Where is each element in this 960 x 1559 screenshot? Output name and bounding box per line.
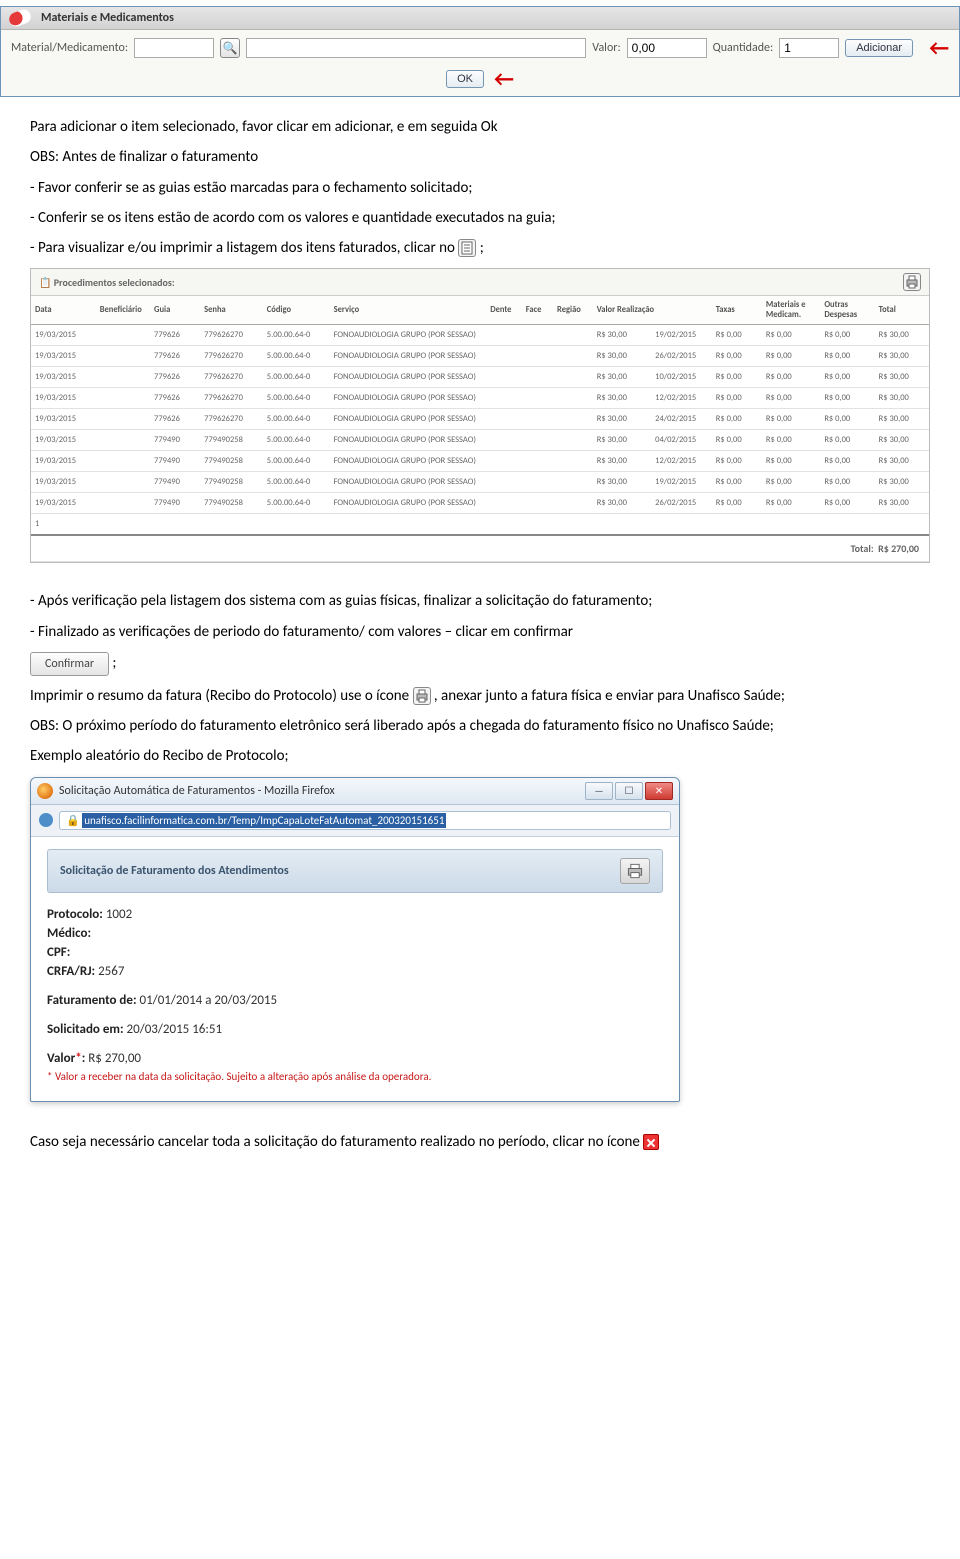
table-row: 19/03/20157796267796262705.00.00.64-0FON… [31,325,929,346]
maximize-button[interactable]: ☐ [615,782,643,800]
col-header: Região [553,296,593,325]
col-header: Código [263,296,330,325]
site-identity-icon[interactable] [39,813,53,827]
minimize-button[interactable]: — [585,782,613,800]
panel-titlebar: Materiais e Medicamentos [1,7,959,30]
value: R$ 270,00 [88,1051,141,1066]
print-icon[interactable] [620,858,650,884]
report-heading: Solicitação de Faturamento dos Atendimen… [47,849,663,893]
label: Solicitado em: [47,1022,124,1037]
procedures-panel: 📋 Procedimentos selecionados: Data Benef… [30,268,930,563]
col-header: Data [31,296,96,325]
instruction-text: - Após verificação pela listagem dos sis… [30,591,930,611]
text-fragment: - Para visualizar e/ou imprimir a listag… [30,239,455,257]
col-header: Beneficiário [96,296,150,325]
search-material-button[interactable]: 🔍 [220,38,240,58]
materials-panel: Materiais e Medicamentos Material/Medica… [0,6,960,97]
value: 2567 [98,964,124,979]
label: Valor [47,1051,75,1066]
valor-input[interactable] [627,38,707,58]
text-fragment: , anexar junto a fatura física e enviar … [434,687,785,705]
instruction-text: - Para visualizar e/ou imprimir a listag… [30,238,930,258]
quantidade-input[interactable] [779,38,839,58]
print-icon[interactable] [413,687,431,705]
red-arrow-icon: ← [494,72,514,86]
label: CRFA/RJ: [47,964,95,979]
label: Médico: [47,926,91,941]
col-header: Outras Despesas [820,296,874,325]
red-arrow-icon: ← [929,41,949,55]
col-header: Guia [150,296,200,325]
procedures-header: 📋 Procedimentos selecionados: [39,276,175,289]
col-header: Taxas [712,296,762,325]
url-bar[interactable]: 🔒 unafisco.facilinformatica.com.br/Temp/… [59,811,671,830]
window-titlebar: Solicitação Automática de Faturamentos -… [31,778,679,805]
label: Protocolo: [47,907,103,922]
instruction-text: Imprimir o resumo da fatura (Recibo do P… [30,686,930,706]
table-row: 19/03/20157794907794902585.00.00.64-0FON… [31,472,929,493]
pill-icon [7,8,32,29]
material-input[interactable] [134,38,214,58]
url-bar-row: 🔒 unafisco.facilinformatica.com.br/Temp/… [31,805,679,837]
value: 1002 [106,907,132,922]
instruction-text: Para adicionar o item selecionado, favor… [30,117,930,137]
close-button[interactable]: ✕ [645,782,673,800]
instruction-text: Caso seja necessário cancelar toda a sol… [30,1132,930,1152]
table-row: 19/03/20157796267796262705.00.00.64-0FON… [31,346,929,367]
col-header: Valor Realização [593,296,712,325]
table-row: 19/03/20157794907794902585.00.00.64-0FON… [31,451,929,472]
label: CPF: [47,945,70,960]
confirmar-button[interactable]: Confirmar [30,652,109,676]
col-header: Dente [486,296,522,325]
table-header-row: Data Beneficiário Guia Senha Código Serv… [31,296,929,325]
report-title: Solicitação de Faturamento dos Atendimen… [60,864,289,878]
label: Faturamento de: [47,993,137,1008]
material-desc-input[interactable] [246,38,586,58]
text-fragment: ; [109,654,116,672]
firefox-icon [37,783,53,799]
material-label: Material/Medicamento: [11,41,128,55]
cancel-icon[interactable] [643,1134,659,1150]
ok-button[interactable]: OK [446,70,484,88]
col-header: Face [522,296,553,325]
table-row: 19/03/20157796267796262705.00.00.64-0FON… [31,409,929,430]
asterisk-icon: * [75,1051,81,1066]
col-header: Materiais e Medicam. [762,296,820,325]
page-indicator: 1 [31,514,929,536]
instruction-text: - Conferir se os itens estão de acordo c… [30,208,930,228]
adicionar-button[interactable]: Adicionar [845,39,913,57]
report-body: Solicitação de Faturamento dos Atendimen… [31,837,679,1101]
table-row: 19/03/20157794907794902585.00.00.64-0FON… [31,430,929,451]
valor-label: Valor: [592,41,620,55]
firefox-window: Solicitação Automática de Faturamentos -… [30,777,680,1102]
instruction-text: OBS: O próximo período do faturamento el… [30,716,930,736]
table-row: 19/03/20157796267796262705.00.00.64-0FON… [31,367,929,388]
text-fragment: Caso seja necessário cancelar toda a sol… [30,1133,640,1151]
value: 01/01/2014 a 20/03/2015 [140,993,278,1008]
col-header: Total [875,296,929,325]
text-fragment: ; [480,239,484,257]
text-fragment: Imprimir o resumo da fatura (Recibo do P… [30,687,413,705]
value: 20/03/2015 16:51 [127,1022,223,1037]
table-row: 19/03/20157796267796262705.00.00.64-0FON… [31,388,929,409]
panel-title: Materiais e Medicamentos [41,11,174,25]
instruction-text: - Finalizado as verificações de periodo … [30,622,930,642]
col-header: Serviço [330,296,487,325]
instruction-text: OBS: Antes de finalizar o faturamento [30,147,930,167]
instruction-text: Exemplo aleatório do Recibo de Protocolo… [30,746,930,766]
table-total: Total: R$ 270,00 [31,535,929,562]
footnote: * Valor a receber na data da solicitação… [47,1070,663,1083]
table-row: 19/03/20157794907794902585.00.00.64-0FON… [31,493,929,514]
print-icon[interactable] [903,273,921,291]
instruction-text: - Favor conferir se as guias estão marca… [30,178,930,198]
procedures-table: Data Beneficiário Guia Senha Código Serv… [31,296,929,562]
list-print-icon[interactable] [458,239,476,257]
col-header: Senha [200,296,263,325]
window-title: Solicitação Automática de Faturamentos -… [59,784,335,798]
quantidade-label: Quantidade: [713,41,774,55]
